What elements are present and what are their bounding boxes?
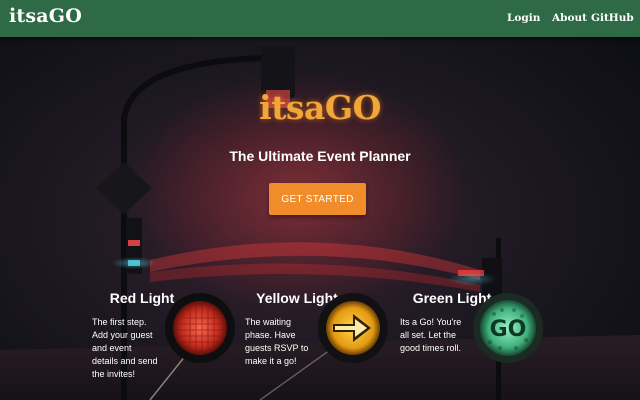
- hero-subtitle: The Ultimate Event Planner: [229, 148, 411, 164]
- green-go-light-icon: GO: [473, 293, 543, 363]
- red-traffic-light-icon: [165, 293, 235, 363]
- feature-yellow-light: Yellow Light The waiting phase. Have gue…: [245, 288, 405, 398]
- feature-description: The waiting phase. Have guests RSVP to m…: [245, 317, 309, 366]
- nav-about-link[interactable]: About: [552, 12, 587, 24]
- feature-red-light: Red Light The first step. Add your guest…: [92, 288, 252, 398]
- top-navbar: itsaGO Login About GitHub: [0, 0, 640, 37]
- yellow-arrow-light-icon: [318, 293, 388, 363]
- go-icon-text: GO: [490, 317, 527, 342]
- hero-title: itsaGO: [259, 88, 381, 127]
- get-started-button[interactable]: GET STARTED: [269, 183, 366, 215]
- feature-description: Its a Go! You're all set. Let the good t…: [400, 317, 462, 353]
- feature-green-light: Green Light Its a Go! You're all set. Le…: [400, 288, 560, 398]
- feature-description: The first step. Add your guest and event…: [92, 317, 158, 379]
- brand-logo[interactable]: itsaGO: [9, 5, 82, 27]
- nav-github-link[interactable]: GitHub: [591, 12, 634, 24]
- nav-login-link[interactable]: Login: [507, 12, 540, 24]
